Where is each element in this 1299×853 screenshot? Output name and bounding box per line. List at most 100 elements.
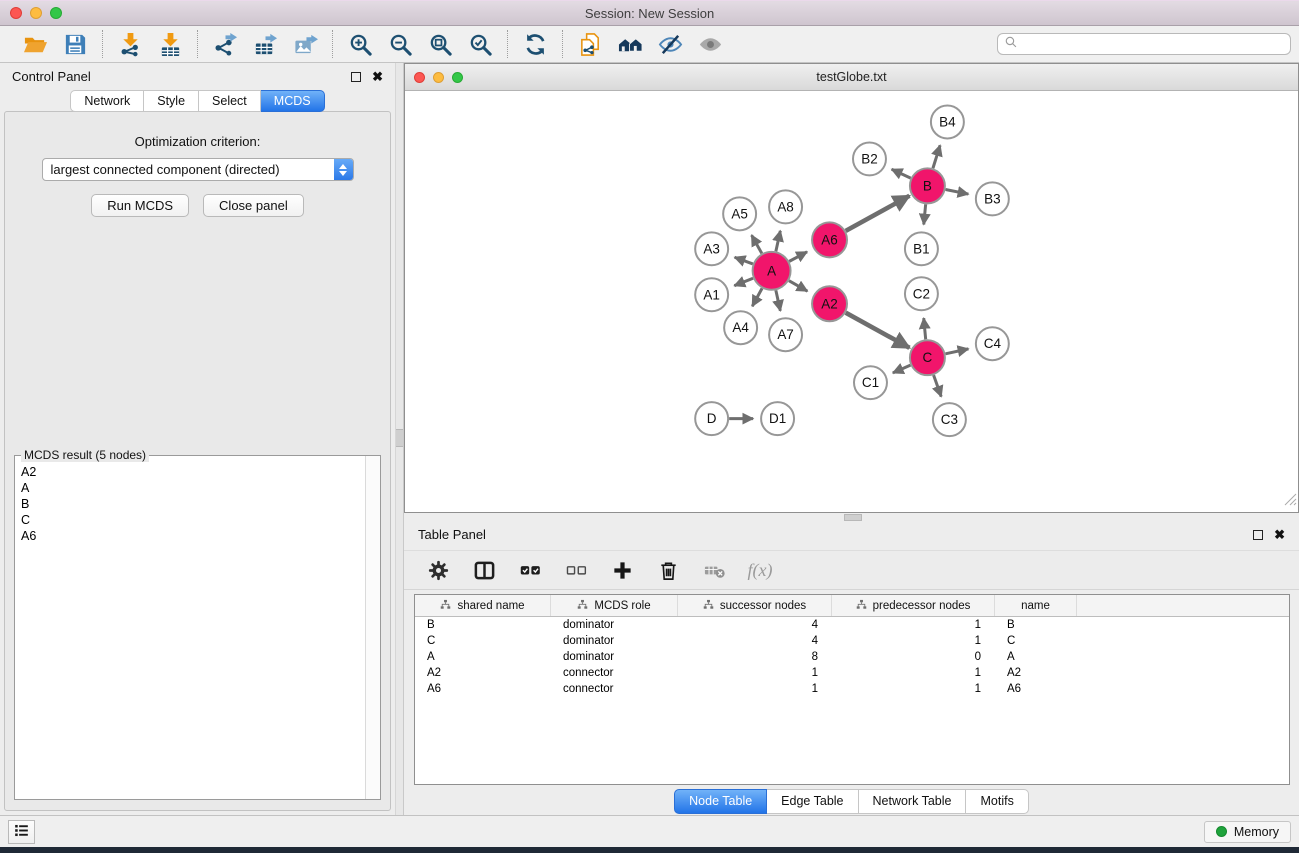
zoom-fit-button[interactable] [422,28,458,60]
graph-edge-B-B3[interactable] [946,190,969,195]
network-canvas[interactable]: AA6A2BCA1A3A5A8A4A7B2B4B3B1C2C4C1C3DD1 [405,91,1298,512]
graph-node-A3[interactable]: A3 [695,232,728,265]
houses-button[interactable] [612,28,648,60]
graph-node-B3[interactable]: B3 [976,182,1009,215]
export-image-button[interactable] [287,28,323,60]
table-row[interactable]: Adominator80A [415,649,1289,665]
close-panel-icon[interactable]: ✖ [1274,528,1285,541]
gear-button[interactable] [422,555,454,585]
task-history-button[interactable] [8,820,35,844]
columns-button[interactable] [468,555,500,585]
graph-node-B[interactable]: B [910,168,945,203]
tab-network[interactable]: Network [70,90,144,112]
tab-style[interactable]: Style [144,90,199,112]
graph-edge-B-B4[interactable] [933,145,940,168]
table-row[interactable]: A2connector11A2 [415,665,1289,681]
graph-node-A1[interactable]: A1 [695,278,728,311]
result-item[interactable]: B [21,496,366,512]
search-box[interactable] [997,33,1291,55]
graph-edge-A6-B[interactable] [846,196,910,231]
tab-mcds[interactable]: MCDS [261,90,325,112]
divider-knob[interactable] [396,429,403,447]
graph-node-A2[interactable]: A2 [812,286,847,321]
trash-button[interactable] [652,555,684,585]
refresh-button[interactable] [517,28,553,60]
graph-edge-C-C1[interactable] [893,365,911,373]
column-header-mcds-role[interactable]: MCDS role [551,595,678,616]
graph-edge-A-A2[interactable] [789,281,807,291]
network-document-button[interactable] [572,28,608,60]
graph-edge-C-C2[interactable] [924,318,926,339]
show-graphics-button[interactable] [692,28,728,60]
vertical-split-divider[interactable] [395,63,404,815]
graph-edge-B-B1[interactable] [924,204,926,224]
select-checks-button[interactable] [514,555,546,585]
graph-edge-A-A7[interactable] [776,290,780,311]
network-minimize-button[interactable] [433,72,444,83]
float-panel-icon[interactable] [1253,530,1263,540]
horizontal-split-divider[interactable] [404,513,1299,521]
graph-edge-C-C3[interactable] [934,375,942,396]
graph-edge-A-A8[interactable] [776,231,780,252]
graph-node-C2[interactable]: C2 [905,277,938,310]
graph-node-D1[interactable]: D1 [761,402,794,435]
result-item[interactable]: C [21,512,366,528]
graph-edge-B-B2[interactable] [892,169,911,178]
graph-node-A7[interactable]: A7 [769,318,802,351]
graph-edge-A2-C[interactable] [846,313,910,348]
tab-edge-table[interactable]: Edge Table [767,789,858,814]
graph-node-B4[interactable]: B4 [931,105,964,138]
tab-motifs[interactable]: Motifs [966,789,1028,814]
column-header-shared-name[interactable]: shared name [415,595,551,616]
zoom-window-button[interactable] [50,7,62,19]
open-folder-button[interactable] [17,28,53,60]
network-close-button[interactable] [414,72,425,83]
graph-node-A8[interactable]: A8 [769,190,802,223]
column-header-predecessor-nodes[interactable]: predecessor nodes [832,595,995,616]
mcds-result-list[interactable]: A2ABCA6 [15,456,366,799]
result-scrollbar[interactable] [365,456,380,799]
graph-edge-A-A5[interactable] [752,235,762,253]
memory-button[interactable]: Memory [1204,821,1291,843]
tab-node-table[interactable]: Node Table [674,789,767,814]
graph-node-A6[interactable]: A6 [812,222,847,257]
result-item[interactable]: A2 [21,464,366,480]
graph-node-C3[interactable]: C3 [933,403,966,436]
graph-node-D[interactable]: D [695,402,728,435]
column-header-name[interactable]: name [995,595,1077,616]
graph-edge-A-A6[interactable] [789,252,807,262]
zoom-in-button[interactable] [342,28,378,60]
graph-node-B2[interactable]: B2 [853,142,886,175]
hide-graphics-button[interactable] [652,28,688,60]
export-network-button[interactable] [207,28,243,60]
import-table-button[interactable] [152,28,188,60]
export-table-button[interactable] [247,28,283,60]
close-panel-button[interactable]: Close panel [203,194,304,217]
graph-edge-A-A4[interactable] [752,288,762,306]
zoom-selected-button[interactable] [462,28,498,60]
column-header-successor-nodes[interactable]: successor nodes [678,595,832,616]
search-input[interactable] [1022,36,1284,52]
close-window-button[interactable] [10,7,22,19]
zoom-out-button[interactable] [382,28,418,60]
graph-edge-A-A1[interactable] [734,278,753,285]
table-row[interactable]: Cdominator41C [415,633,1289,649]
table-row[interactable]: A6connector11A6 [415,681,1289,697]
graph-edge-A-A3[interactable] [735,257,753,264]
network-graph[interactable]: AA6A2BCA1A3A5A8A4A7B2B4B3B1C2C4C1C3DD1 [405,91,1298,512]
graph-node-A[interactable]: A [753,252,791,290]
resize-grip-icon[interactable] [1283,492,1297,511]
save-button[interactable] [57,28,93,60]
import-network-button[interactable] [112,28,148,60]
divider-knob[interactable] [844,514,862,521]
run-mcds-button[interactable]: Run MCDS [91,194,189,217]
graph-node-A5[interactable]: A5 [723,197,756,230]
add-plus-button[interactable] [606,555,638,585]
graph-edge-C-C4[interactable] [945,349,968,354]
graph-node-C4[interactable]: C4 [976,327,1009,360]
result-item[interactable]: A6 [21,528,366,544]
table-row[interactable]: Bdominator41B [415,617,1289,633]
deselect-checks-button[interactable] [560,555,592,585]
graph-node-A4[interactable]: A4 [724,311,757,344]
tab-select[interactable]: Select [199,90,261,112]
